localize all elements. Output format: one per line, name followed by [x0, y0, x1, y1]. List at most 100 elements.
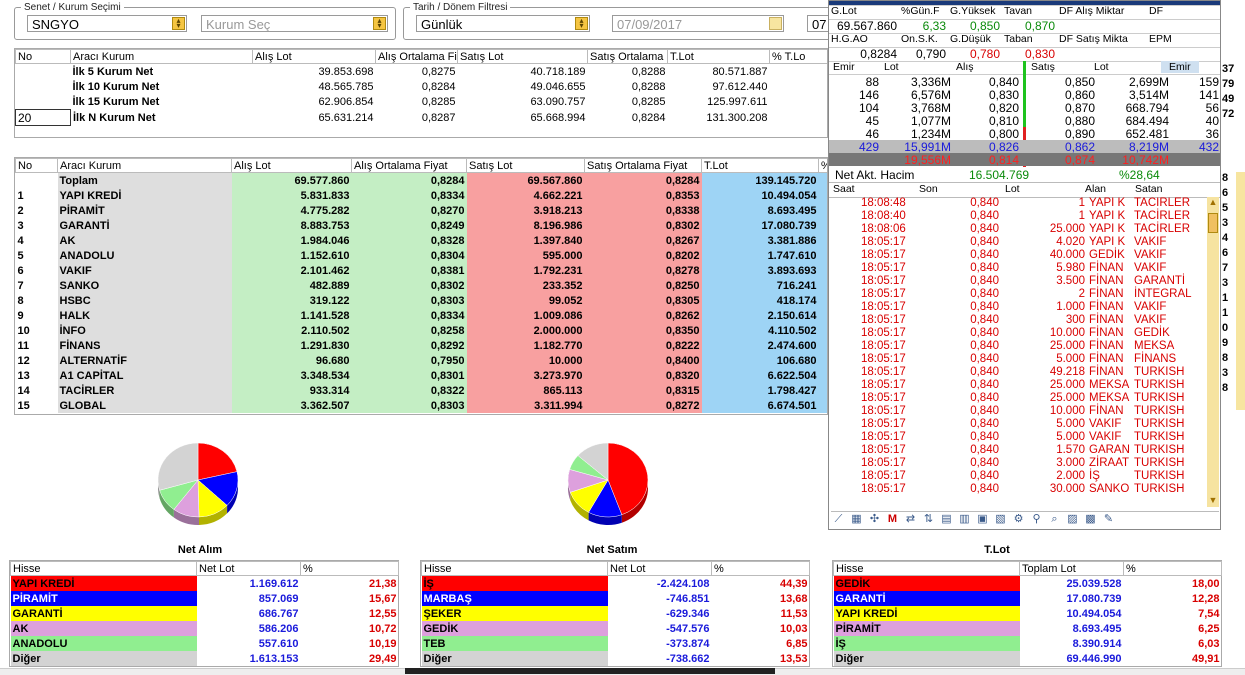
trade-row[interactable]: 18:05:17 0,840 30.000 SANKO TURKISH: [829, 483, 1207, 496]
summary-column-header[interactable]: % T.Lo: [769, 49, 827, 64]
depth-row[interactable]: 88 3,336M 0,840 0,850 2,699M 159: [829, 75, 1220, 89]
trade-row[interactable]: 18:05:17 0,840 2 FİNAN İNTEGRAL: [829, 288, 1207, 301]
m-icon[interactable]: M: [885, 512, 900, 527]
date-picker-icon[interactable]: [769, 17, 782, 30]
pie-table-header[interactable]: Net Lot: [607, 561, 712, 576]
pie-table-header[interactable]: %: [1123, 561, 1222, 576]
broker-row[interactable]: 3 GARANTİ 8.883.753 0,8249 8.196.986 0,8302 17…: [16, 218, 827, 233]
broker-row[interactable]: 15 GLOBAL 3.362.507 0,8303 3.311.994 0,8272 6.…: [16, 398, 827, 413]
depth-row[interactable]: 429 15,991M 0,826 0,862 8,219M 432: [829, 140, 1220, 154]
depth-row[interactable]: 104 3,768M 0,820 0,870 668.794 56: [829, 101, 1220, 115]
summary-column-header[interactable]: Alış Ortalama Fi: [375, 49, 458, 64]
depth-header[interactable]: Lot: [884, 61, 899, 73]
trade-row[interactable]: 18:05:17 0,840 40.000 GEDİK VAKIF: [829, 249, 1207, 262]
pie-table-row[interactable]: İŞ -2.424.108 44,39: [421, 575, 810, 591]
trade-row[interactable]: 18:08:48 0,840 1 YAPI K TACİRLER: [829, 197, 1207, 210]
document-icon[interactable]: ▤: [939, 512, 954, 527]
zoom-icon[interactable]: ⌕: [1047, 512, 1062, 527]
summary-row[interactable]: İlk 5 Kurum Net 39.853.698 0,8275 40.718.18…: [16, 64, 828, 80]
up-down-icon[interactable]: ⇅: [921, 512, 936, 527]
search-icon[interactable]: ⚲: [1029, 512, 1044, 527]
trade-scrollbar[interactable]: ▲ ▼: [1207, 197, 1219, 507]
main-column-header[interactable]: Satış Ortalama Fiyat: [584, 158, 702, 173]
pie-table-header[interactable]: Hisse: [421, 561, 608, 576]
edit-icon[interactable]: ✎: [1101, 512, 1116, 527]
summary-row[interactable]: 20 İlk N Kurum Net 65.631.214 0,8287 65.668.…: [15, 109, 828, 126]
pie-table-row[interactable]: Diğer 69.446.990 49,91: [833, 651, 1222, 666]
kurum-combo[interactable]: Kurum Seç ▴ ▾: [201, 15, 388, 32]
settings-icon[interactable]: ⚙: [1011, 512, 1026, 527]
depth-row[interactable]: 19,556M 0,814 0,874 10,742M: [829, 153, 1220, 167]
broker-row[interactable]: 11 FİNANS 1.291.830 0,8292 1.182.770 0,8222 2.…: [16, 338, 827, 353]
broker-row[interactable]: 9 HALK 1.141.528 0,8334 1.009.086 0,8262 2.150…: [16, 308, 827, 323]
summary-column-header[interactable]: Satış Lot: [457, 49, 588, 64]
depth-header[interactable]: Satış: [1031, 61, 1055, 73]
scroll-down-icon[interactable]: ▼: [1207, 495, 1219, 507]
pie-table-row[interactable]: Diğer -738.662 13,53: [421, 651, 810, 666]
broker-row[interactable]: 12 ALTERNATİF 96.680 0,7950 10.000 0,8400 106.…: [16, 353, 827, 368]
trade-header[interactable]: Saat: [833, 183, 855, 195]
right-edge-scrollbar[interactable]: [1236, 172, 1245, 410]
trade-row[interactable]: 18:05:17 0,840 25.000 MEKSA TURKISH: [829, 379, 1207, 392]
scroll-thumb[interactable]: [1208, 213, 1218, 233]
trade-row[interactable]: 18:05:17 0,840 1.570 GARAN TURKISH: [829, 444, 1207, 457]
summary-column-header[interactable]: No: [15, 49, 71, 64]
pie-table-row[interactable]: GARANTİ 17.080.739 12,28: [833, 591, 1222, 606]
trade-row[interactable]: 18:05:17 0,840 300 FİNAN VAKIF: [829, 314, 1207, 327]
depth-header[interactable]: Lot: [1094, 61, 1109, 73]
pie-table-header[interactable]: %: [711, 561, 810, 576]
trade-row[interactable]: 18:08:06 0,840 25.000 YAPI K TACİRLER: [829, 223, 1207, 236]
symbol-combo[interactable]: SNGYO ▴ ▾: [27, 15, 187, 32]
pie-table-row[interactable]: GEDİK 25.039.528 18,00: [833, 575, 1222, 591]
pie-table-row[interactable]: PİRAMİT 857.069 15,67: [10, 591, 399, 606]
main-column-header[interactable]: Alış Lot: [231, 158, 352, 173]
summary-row[interactable]: İlk 15 Kurum Net 62.906.854 0,8285 63.090.7…: [16, 94, 828, 110]
kurum-dropdown-icon[interactable]: ▴ ▾: [373, 17, 386, 30]
trade-header[interactable]: Alan: [1085, 183, 1106, 195]
pie-table-row[interactable]: İŞ 8.390.914 6,03: [833, 636, 1222, 651]
calendar-icon[interactable]: ▥: [957, 512, 972, 527]
summary-column-header[interactable]: Alış Lot: [252, 49, 376, 64]
pie-table-header[interactable]: Hisse: [833, 561, 1020, 576]
trade-row[interactable]: 18:05:17 0,840 5.000 VAKIF TURKISH: [829, 418, 1207, 431]
pie-table-header[interactable]: Toplam Lot: [1019, 561, 1124, 576]
pie-table-row[interactable]: MARBAŞ -746.851 13,68: [421, 591, 810, 606]
date-field[interactable]: 07/09/2017: [612, 15, 784, 32]
trade-row[interactable]: 18:05:17 0,840 1.000 FİNAN VAKIF: [829, 301, 1207, 314]
trade-row[interactable]: 18:05:17 0,840 3.000 ZİRAAT TURKISH: [829, 457, 1207, 470]
pie-table-row[interactable]: PİRAMİT 8.693.495 6,25: [833, 621, 1222, 636]
depth-row[interactable]: 146 6,576M 0,830 0,860 3,514M 141: [829, 88, 1220, 102]
broker-row[interactable]: Toplam 69.577.860 0,8284 69.567.860 0,8284 13…: [16, 172, 827, 188]
trade-row[interactable]: 18:05:17 0,840 25.000 FİNAN MEKSA: [829, 340, 1207, 353]
main-column-header[interactable]: %: [818, 158, 827, 173]
pattern-icon[interactable]: ▧: [993, 512, 1008, 527]
pie-table-row[interactable]: GARANTİ 686.767 12,55: [10, 606, 399, 621]
broker-row[interactable]: 14 TACİRLER 933.314 0,8322 865.113 0,8315 1.79…: [16, 383, 827, 398]
depth-header[interactable]: Emir: [833, 61, 855, 73]
stock-icon[interactable]: ▦: [849, 512, 864, 527]
broker-row[interactable]: 1 YAPI KREDİ 5.831.833 0,8334 4.662.221 0,835…: [16, 188, 827, 203]
main-column-header[interactable]: T.Lot: [701, 158, 819, 173]
pie-table-row[interactable]: ANADOLU 557.610 10,19: [10, 636, 399, 651]
depth-header[interactable]: Alış: [956, 61, 974, 73]
folder-icon[interactable]: ▣: [975, 512, 990, 527]
trade-row[interactable]: 18:05:17 0,840 4.020 YAPI K VAKIF: [829, 236, 1207, 249]
main-column-header[interactable]: Aracı Kurum: [57, 158, 232, 173]
trade-row[interactable]: 18:05:17 0,840 3.500 FİNAN GARANTİ: [829, 275, 1207, 288]
summary-column-header[interactable]: Aracı Kurum: [70, 49, 253, 64]
broker-row[interactable]: 7 SANKO 482.889 0,8302 233.352 0,8250 716.241: [16, 278, 827, 293]
compare-icon[interactable]: ⇄: [903, 512, 918, 527]
broker-row[interactable]: 8 HSBC 319.122 0,8303 99.052 0,8305 418.174: [16, 293, 827, 308]
broker-row[interactable]: 2 PİRAMİT 4.775.282 0,8270 3.918.213 0,8338 8.…: [16, 203, 827, 218]
trade-row[interactable]: 18:05:17 0,840 10.000 FİNAN GEDİK: [829, 327, 1207, 340]
trade-header[interactable]: Satan: [1135, 183, 1162, 195]
pie-table-row[interactable]: Diğer 1.613.153 29,49: [10, 651, 399, 666]
summary-row[interactable]: İlk 10 Kurum Net 48.565.785 0,8284 49.046.6…: [16, 79, 828, 94]
pie-table-header[interactable]: Hisse: [10, 561, 197, 576]
pie-table-row[interactable]: ŞEKER -629.346 11,53: [421, 606, 810, 621]
main-column-header[interactable]: Alış Ortalama Fiyat: [351, 158, 467, 173]
period-combo[interactable]: Günlük ▴ ▾: [416, 15, 590, 32]
chart-icon[interactable]: ⟋: [831, 512, 846, 527]
period-dropdown-icon[interactable]: ▴ ▾: [575, 17, 588, 30]
trade-row[interactable]: 18:05:17 0,840 5.980 FİNAN VAKIF: [829, 262, 1207, 275]
